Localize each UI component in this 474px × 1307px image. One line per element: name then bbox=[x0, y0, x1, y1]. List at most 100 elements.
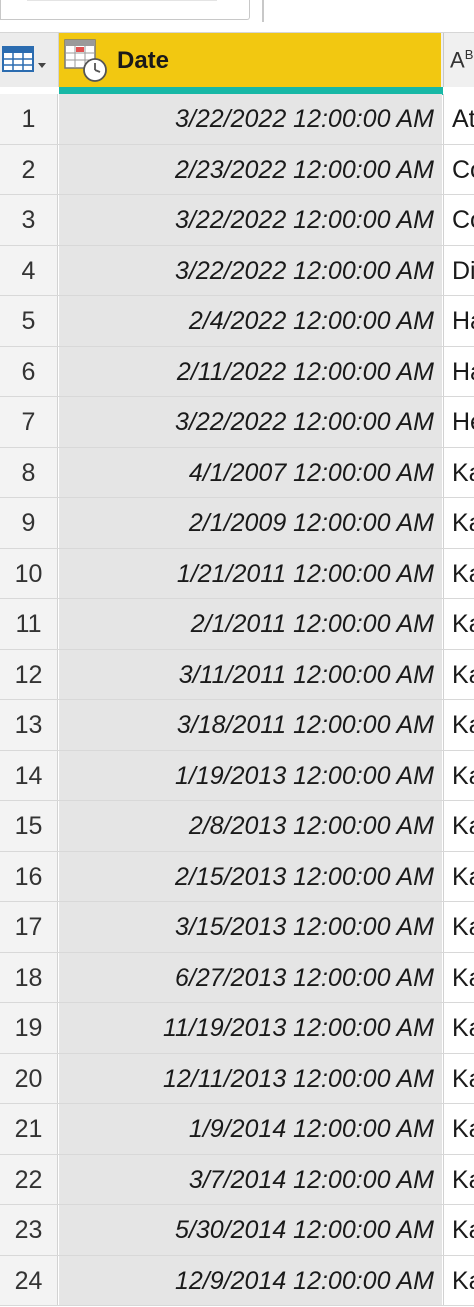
table-row: 123/11/2011 12:00:00 AMKa bbox=[0, 649, 474, 700]
row-number[interactable]: 12 bbox=[0, 649, 58, 699]
date-cell[interactable]: 2/1/2009 12:00:00 AM bbox=[59, 498, 442, 548]
table-row: 92/1/2009 12:00:00 AMKa bbox=[0, 498, 474, 549]
text-cell[interactable]: Ka bbox=[443, 1104, 474, 1154]
text-cell[interactable]: Ka bbox=[443, 750, 474, 800]
table-row: 173/15/2013 12:00:00 AMKa bbox=[0, 902, 474, 953]
row-number[interactable]: 8 bbox=[0, 447, 58, 497]
date-cell[interactable]: 3/7/2014 12:00:00 AM bbox=[59, 1154, 442, 1204]
date-cell[interactable]: 2/15/2013 12:00:00 AM bbox=[59, 851, 442, 901]
text-cell[interactable]: Di bbox=[443, 245, 474, 295]
table-menu-button[interactable] bbox=[0, 33, 59, 87]
text-cell[interactable]: Ka bbox=[443, 952, 474, 1002]
text-cell[interactable]: Ka bbox=[443, 1255, 474, 1305]
date-column-header[interactable]: Date bbox=[59, 33, 474, 95]
row-number[interactable]: 7 bbox=[0, 397, 58, 447]
row-number[interactable]: 1 bbox=[0, 94, 58, 144]
text-cell[interactable]: Co bbox=[443, 195, 474, 245]
row-number[interactable]: 22 bbox=[0, 1154, 58, 1204]
text-cell[interactable]: Ka bbox=[443, 902, 474, 952]
row-number[interactable]: 23 bbox=[0, 1205, 58, 1255]
table-row: 33/22/2022 12:00:00 AMCo bbox=[0, 195, 474, 246]
text-cell[interactable]: Ka bbox=[443, 1003, 474, 1053]
text-cell[interactable]: Ka bbox=[443, 851, 474, 901]
text-cell[interactable]: Ka bbox=[443, 700, 474, 750]
date-cell[interactable]: 2/11/2022 12:00:00 AM bbox=[59, 346, 442, 396]
date-cell[interactable]: 2/1/2011 12:00:00 AM bbox=[59, 599, 442, 649]
date-cell[interactable]: 3/22/2022 12:00:00 AM bbox=[59, 397, 442, 447]
date-cell[interactable]: 2/23/2022 12:00:00 AM bbox=[59, 144, 442, 194]
row-number[interactable]: 16 bbox=[0, 851, 58, 901]
table-row: 2412/9/2014 12:00:00 AMKa bbox=[0, 1255, 474, 1306]
text-cell[interactable]: Ka bbox=[443, 801, 474, 851]
date-cell[interactable]: 3/22/2022 12:00:00 AM bbox=[59, 245, 442, 295]
text-cell[interactable]: Ka bbox=[443, 599, 474, 649]
table-row: 22/23/2022 12:00:00 AMCo bbox=[0, 144, 474, 195]
row-number[interactable]: 21 bbox=[0, 1104, 58, 1154]
row-number[interactable]: 11 bbox=[0, 599, 58, 649]
date-cell[interactable]: 4/1/2007 12:00:00 AM bbox=[59, 447, 442, 497]
table-row: 235/30/2014 12:00:00 AMKa bbox=[0, 1205, 474, 1256]
text-cell[interactable]: Co bbox=[443, 144, 474, 194]
text-cell[interactable]: Ka bbox=[443, 1154, 474, 1204]
table-row: 62/11/2022 12:00:00 AMHa bbox=[0, 346, 474, 397]
row-number[interactable]: 24 bbox=[0, 1255, 58, 1305]
date-cell[interactable]: 12/11/2013 12:00:00 AM bbox=[59, 1053, 442, 1103]
row-number[interactable]: 3 bbox=[0, 195, 58, 245]
row-number[interactable]: 14 bbox=[0, 750, 58, 800]
text-column-header[interactable]: AB bbox=[443, 33, 474, 87]
table-row: 73/22/2022 12:00:00 AMHe bbox=[0, 397, 474, 448]
table-row: 2012/11/2013 12:00:00 AMKa bbox=[0, 1053, 474, 1104]
toolbar-divider bbox=[262, 0, 264, 22]
text-cell[interactable]: Ka bbox=[443, 498, 474, 548]
text-cell[interactable]: Ha bbox=[443, 296, 474, 346]
query-name-box[interactable] bbox=[0, 0, 250, 20]
table-row: 52/4/2022 12:00:00 AMHa bbox=[0, 296, 474, 347]
date-cell[interactable]: 3/11/2011 12:00:00 AM bbox=[59, 649, 442, 699]
table-row: 141/19/2013 12:00:00 AMKa bbox=[0, 750, 474, 801]
date-cell[interactable]: 3/22/2022 12:00:00 AM bbox=[59, 94, 442, 144]
row-number[interactable]: 13 bbox=[0, 700, 58, 750]
text-cell[interactable]: Ka bbox=[443, 1205, 474, 1255]
text-type-icon: AB bbox=[450, 47, 474, 73]
row-number[interactable]: 6 bbox=[0, 346, 58, 396]
date-cell[interactable]: 12/9/2014 12:00:00 AM bbox=[59, 1255, 442, 1305]
date-cell[interactable]: 11/19/2013 12:00:00 AM bbox=[59, 1003, 442, 1053]
row-number[interactable]: 15 bbox=[0, 801, 58, 851]
date-cell[interactable]: 6/27/2013 12:00:00 AM bbox=[59, 952, 442, 1002]
table-row: 1911/19/2013 12:00:00 AMKa bbox=[0, 1003, 474, 1054]
table-row: 1 3/22/2022 12:00:00 AM At bbox=[0, 94, 474, 145]
row-number[interactable]: 18 bbox=[0, 952, 58, 1002]
row-number[interactable]: 19 bbox=[0, 1003, 58, 1053]
table-row: 211/9/2014 12:00:00 AMKa bbox=[0, 1104, 474, 1155]
text-cell[interactable]: Ka bbox=[443, 1053, 474, 1103]
text-cell[interactable]: Ka bbox=[443, 447, 474, 497]
row-number[interactable]: 5 bbox=[0, 296, 58, 346]
date-cell[interactable]: 1/21/2011 12:00:00 AM bbox=[59, 548, 442, 598]
date-column-title: Date bbox=[117, 47, 170, 74]
table-row: 4 3/22/2022 12:00:00 AM Di bbox=[0, 245, 474, 296]
row-number[interactable]: 2 bbox=[0, 144, 58, 194]
date-cell[interactable]: 3/22/2022 12:00:00 AM bbox=[59, 195, 442, 245]
row-number[interactable]: 4 bbox=[0, 245, 58, 295]
text-cell[interactable]: Ha bbox=[443, 346, 474, 396]
row-number[interactable]: 17 bbox=[0, 902, 58, 952]
table-row: 186/27/2013 12:00:00 AMKa bbox=[0, 952, 474, 1003]
row-number[interactable]: 10 bbox=[0, 548, 58, 598]
row-number[interactable]: 9 bbox=[0, 498, 58, 548]
date-cell[interactable]: 1/9/2014 12:00:00 AM bbox=[59, 1104, 442, 1154]
column-header-row: Date AB bbox=[0, 32, 474, 95]
date-cell[interactable]: 2/4/2022 12:00:00 AM bbox=[59, 296, 442, 346]
text-cell[interactable]: He bbox=[443, 397, 474, 447]
date-cell[interactable]: 1/19/2013 12:00:00 AM bbox=[59, 750, 442, 800]
table-row: 162/15/2013 12:00:00 AMKa bbox=[0, 851, 474, 902]
date-cell[interactable]: 2/8/2013 12:00:00 AM bbox=[59, 801, 442, 851]
date-cell[interactable]: 3/15/2013 12:00:00 AM bbox=[59, 902, 442, 952]
text-cell[interactable]: At bbox=[443, 94, 474, 144]
table-row: 112/1/2011 12:00:00 AMKa bbox=[0, 599, 474, 650]
data-grid: 1 3/22/2022 12:00:00 AM At 2 2/23/2022 12:00… bbox=[0, 94, 474, 1306]
row-number[interactable]: 20 bbox=[0, 1053, 58, 1103]
date-cell[interactable]: 3/18/2011 12:00:00 AM bbox=[59, 700, 442, 750]
text-cell[interactable]: Ka bbox=[443, 649, 474, 699]
date-cell[interactable]: 5/30/2014 12:00:00 AM bbox=[59, 1205, 442, 1255]
text-cell[interactable]: Ka bbox=[443, 548, 474, 598]
